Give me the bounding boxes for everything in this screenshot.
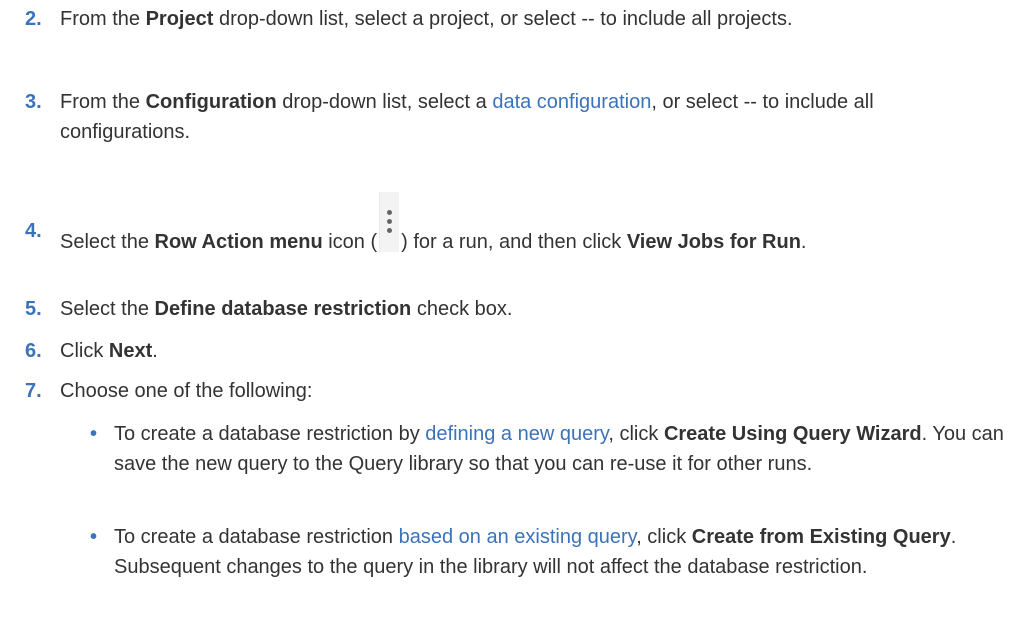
data-configuration-link[interactable]: data configuration — [492, 91, 651, 113]
step-number: 6. — [25, 340, 42, 362]
ui-term-row-action-menu: Row Action menu — [154, 231, 323, 253]
step-text: From the Project drop-down list, select … — [60, 8, 793, 30]
step-number: 5. — [25, 298, 42, 320]
based-on-existing-query-link[interactable]: based on an existing query — [399, 526, 637, 548]
step-number: 2. — [25, 8, 42, 30]
bullet-text: To create a database restriction based o… — [114, 526, 957, 578]
bullet-text: To create a database restriction by defi… — [114, 423, 1004, 475]
ui-term-next: Next — [108, 340, 153, 362]
step-number: 4. — [25, 220, 42, 242]
ui-term-view-jobs-for-run: View Jobs for Run — [626, 231, 801, 253]
vertical-ellipsis-icon — [379, 192, 400, 252]
step-text: Choose one of the following: — [60, 380, 313, 402]
step-text: Click Next. — [60, 340, 158, 362]
bullet-marker: • — [90, 526, 98, 548]
ui-term-create-using-query-wizard: Create Using Query Wizard — [663, 423, 922, 445]
defining-a-new-query-link[interactable]: defining a new query — [425, 423, 608, 445]
bullet-marker: • — [90, 423, 98, 445]
ui-term-define-database-restriction: Define database restriction — [154, 298, 412, 320]
ui-term-configuration: Configuration — [145, 91, 277, 113]
step-text: From the Configuration drop-down list, s… — [60, 91, 874, 143]
step-text: Select the Define database restriction c… — [60, 298, 513, 320]
step-number: 3. — [25, 91, 42, 113]
ui-term-project: Project — [145, 8, 214, 30]
step-text: Select the Row Action menu icon () for a… — [60, 192, 990, 260]
step-number: 7. — [25, 380, 42, 402]
ui-term-create-from-existing-query: Create from Existing Query — [691, 526, 951, 548]
document-page: 2. From the Project drop-down list, sele… — [0, 0, 1031, 624]
